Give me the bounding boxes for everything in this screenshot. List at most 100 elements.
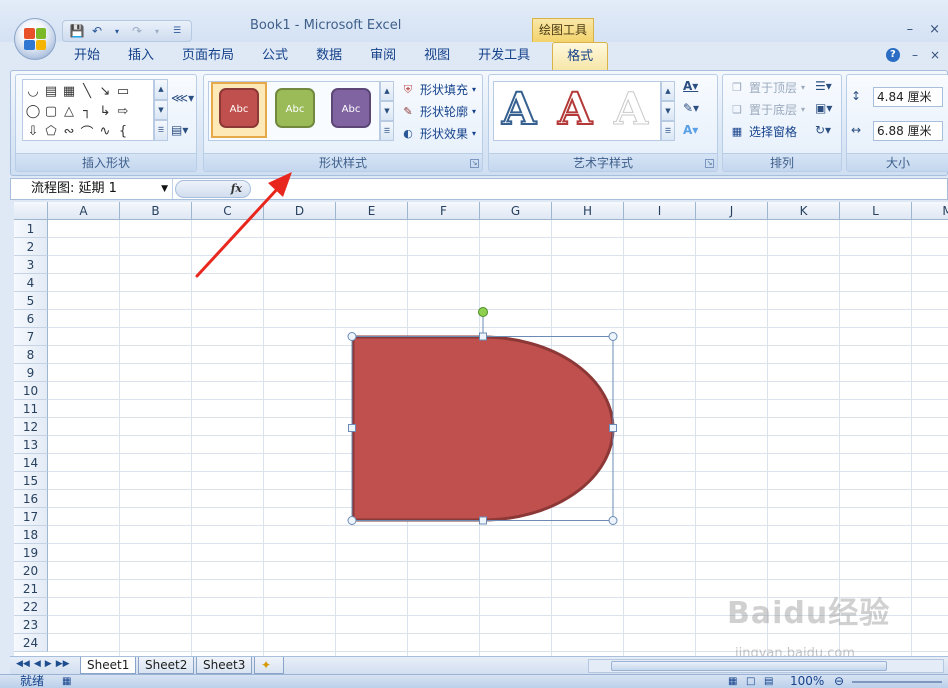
row-header[interactable]: 16 (14, 490, 48, 508)
row-header[interactable]: 14 (14, 454, 48, 472)
wordart-down-icon[interactable]: ▼ (661, 101, 675, 121)
wordart-gallery[interactable]: A A A (493, 81, 661, 141)
row-header[interactable]: 6 (14, 310, 48, 328)
shape-flowchart-delay-icon[interactable]: ◡ (24, 81, 42, 101)
redo-icon[interactable]: ↷ (129, 23, 145, 39)
column-header[interactable]: I (624, 202, 696, 220)
save-icon[interactable]: 💾 (69, 23, 85, 39)
row-header[interactable]: 21 (14, 580, 48, 598)
style-more-icon[interactable]: ☰ (380, 121, 394, 141)
wordart-style-red[interactable]: A (557, 83, 593, 136)
shape-pentagon-icon[interactable]: ⬠ (42, 121, 60, 141)
column-header[interactable]: F (408, 202, 480, 220)
sheet-tab-3[interactable]: Sheet3 (196, 657, 253, 674)
ribbon-close-icon[interactable]: × (930, 48, 940, 62)
column-header[interactable]: M (912, 202, 948, 220)
wordart-style-outline[interactable]: A (501, 83, 537, 136)
shape-effects-button[interactable]: ◐ 形状效果 ▾ (400, 125, 476, 142)
minimize-button[interactable]: – (907, 22, 914, 37)
shape-styles-launcher-icon[interactable]: ↘ (470, 159, 479, 168)
row-header[interactable]: 3 (14, 256, 48, 274)
gallery-up-icon[interactable]: ▲ (154, 79, 168, 100)
tab-view[interactable]: 视图 (410, 42, 464, 70)
shape-freeform-icon[interactable]: ∾ (60, 121, 78, 141)
sheet-tab-1[interactable]: Sheet1 (80, 657, 137, 674)
row-header[interactable]: 13 (14, 436, 48, 454)
horizontal-scroll-thumb[interactable] (611, 661, 887, 671)
column-header[interactable]: H (552, 202, 624, 220)
help-icon[interactable]: ? (885, 48, 900, 62)
align-icon[interactable]: ☰▾ (815, 79, 832, 93)
macro-record-icon[interactable]: ▦ (62, 675, 71, 688)
wordart-more-icon[interactable]: ☰ (661, 121, 675, 141)
column-header[interactable]: A (48, 202, 120, 220)
office-button[interactable] (14, 18, 56, 60)
shape-curve-icon[interactable]: ∿ (96, 121, 114, 141)
column-header[interactable]: J (696, 202, 768, 220)
column-header[interactable]: B (120, 202, 192, 220)
tab-home[interactable]: 开始 (60, 42, 114, 70)
zoom-out-icon[interactable]: ⊖ (834, 675, 844, 688)
shape-elbow-arrow-icon[interactable]: ↳ (96, 101, 114, 121)
shape-style-gallery[interactable]: Abc Abc Abc (208, 81, 380, 141)
tab-insert[interactable]: 插入 (114, 42, 168, 70)
rotate-icon[interactable]: ↻▾ (815, 123, 831, 137)
text-box-icon[interactable]: ▤▾ (171, 123, 188, 137)
shapes-gallery-scroll[interactable]: ▲ ▼ ☰ (154, 79, 168, 142)
edit-shape-icon[interactable]: ⋘▾ (171, 91, 194, 105)
row-header[interactable]: 20 (14, 562, 48, 580)
shape-brace-icon[interactable]: { (114, 121, 132, 141)
tab-formulas[interactable]: 公式 (248, 42, 302, 70)
name-box[interactable]: 流程图: 延期 1 ▼ (15, 179, 173, 199)
row-header[interactable]: 7 (14, 328, 48, 346)
next-sheet-icon[interactable]: ▶ (45, 659, 52, 669)
undo-dropdown-icon[interactable]: ▾ (109, 23, 125, 39)
wordart-gallery-scroll[interactable]: ▲ ▼ ☰ (661, 81, 675, 141)
undo-icon[interactable]: ↶ (89, 23, 105, 39)
text-fill-icon[interactable]: A▾ (683, 79, 698, 93)
sheet-tab-2[interactable]: Sheet2 (138, 657, 195, 674)
shape-down-arrow-icon[interactable]: ⇩ (24, 121, 42, 141)
prev-sheet-icon[interactable]: ◀ (34, 659, 41, 669)
shape-oval-icon[interactable]: ◯ (24, 101, 42, 121)
shape-elbow-connector-icon[interactable]: ┐ (78, 101, 96, 121)
style-swatch-green[interactable]: Abc (275, 88, 315, 128)
style-gallery-scroll[interactable]: ▲ ▼ ☰ (380, 81, 394, 141)
column-header[interactable]: G (480, 202, 552, 220)
wordart-up-icon[interactable]: ▲ (661, 81, 675, 101)
shape-line-icon[interactable]: ╲ (78, 81, 96, 101)
close-button[interactable]: × (929, 22, 940, 37)
row-header[interactable]: 2 (14, 238, 48, 256)
shape-vertical-textbox-icon[interactable]: ▦ (60, 81, 78, 101)
column-header[interactable]: L (840, 202, 912, 220)
insert-function-button[interactable]: fx (231, 181, 242, 197)
name-box-dropdown-icon[interactable]: ▼ (161, 179, 168, 199)
last-sheet-icon[interactable]: ▶▶ (56, 659, 70, 669)
customize-qat-icon[interactable]: ☰ (169, 23, 185, 39)
row-header[interactable]: 19 (14, 544, 48, 562)
wordart-style-plain[interactable]: A (613, 84, 648, 136)
view-normal-icon[interactable]: ▦ (728, 675, 737, 688)
style-swatch-red[interactable]: Abc (219, 88, 259, 128)
group-objects-icon[interactable]: ▣▾ (815, 101, 832, 115)
tab-format[interactable]: 格式 (552, 42, 609, 70)
row-header[interactable]: 23 (14, 616, 48, 634)
column-header[interactable]: C (192, 202, 264, 220)
wordart-launcher-icon[interactable]: ↘ (705, 159, 714, 168)
tab-page-layout[interactable]: 页面布局 (168, 42, 248, 70)
text-outline-icon[interactable]: ✎▾ (683, 101, 699, 115)
shape-triangle-icon[interactable]: △ (60, 101, 78, 121)
row-header[interactable]: 8 (14, 346, 48, 364)
shape-height-input[interactable]: 4.84 厘米 (873, 87, 943, 107)
row-header[interactable]: 18 (14, 526, 48, 544)
selection-pane-button[interactable]: ▦ 选择窗格 (729, 123, 797, 140)
view-page-break-icon[interactable]: ▤ (764, 675, 773, 688)
row-header[interactable]: 11 (14, 400, 48, 418)
row-header[interactable]: 9 (14, 364, 48, 382)
shape-rounded-rect-icon[interactable]: ▢ (42, 101, 60, 121)
text-effects-icon[interactable]: A▾ (683, 123, 698, 137)
zoom-level[interactable]: 100% (790, 675, 824, 688)
horizontal-scrollbar[interactable] (588, 659, 944, 673)
zoom-slider[interactable] (852, 681, 942, 683)
ribbon-minimize-icon[interactable]: – (912, 48, 918, 62)
